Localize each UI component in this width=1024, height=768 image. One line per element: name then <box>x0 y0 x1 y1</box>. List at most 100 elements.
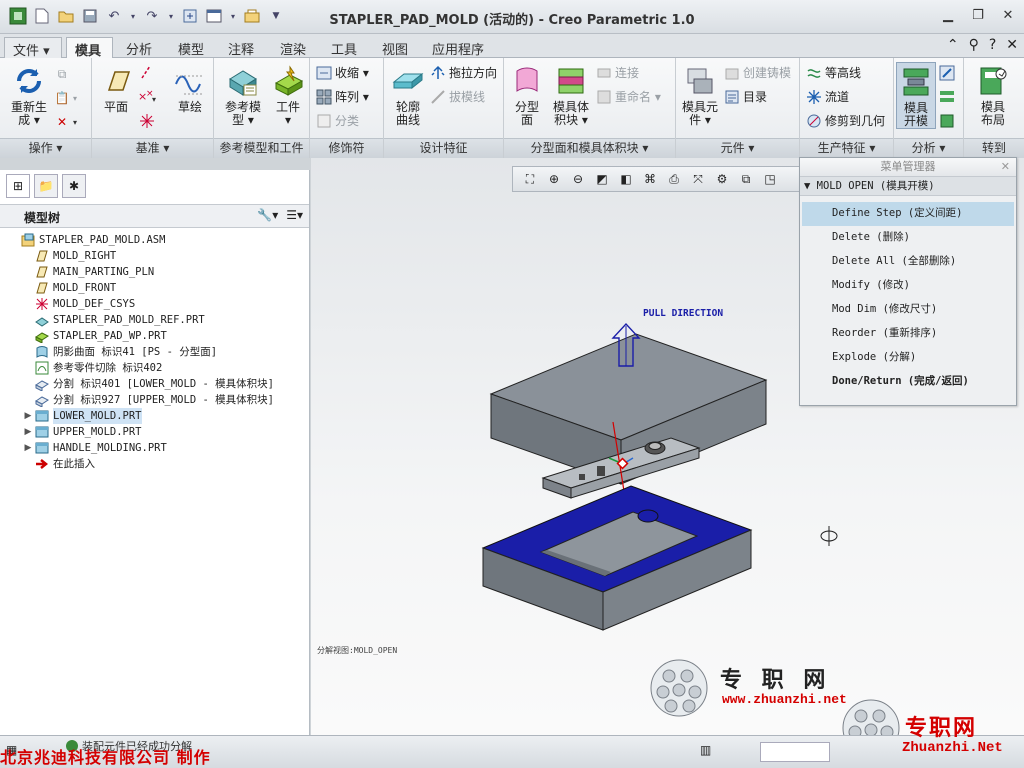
pattern-button[interactable]: 阵列 ▾ <box>316 88 369 105</box>
folder-browser-tab-icon[interactable]: 📁 <box>34 174 58 198</box>
paste-icon[interactable]: 📋 ▾ <box>54 90 78 106</box>
menu-item[interactable]: Explode (分解) <box>802 346 1014 370</box>
classify-button[interactable]: 分类 <box>316 112 359 129</box>
mold-layout-button[interactable]: 模具 布局 <box>968 64 1018 127</box>
close-icon[interactable]: ✕ <box>998 6 1018 24</box>
group-label-operations[interactable]: 操作 ▾ <box>0 138 91 158</box>
axis-icon[interactable] <box>138 64 154 80</box>
group-label-component[interactable]: 元件 ▾ <box>676 138 799 158</box>
tree-row[interactable]: STAPLER_PAD_MOLD_REF.PRT <box>0 312 309 328</box>
contour-button[interactable]: 等高线 <box>806 64 861 81</box>
tree-row[interactable]: 分割 标识927 [UPPER_MOLD - 模具体积块] <box>0 392 309 408</box>
help-icon[interactable]: ? <box>989 37 996 53</box>
tree-row[interactable]: 参考零件切除 标识402 <box>0 360 309 376</box>
tree-item-label: MAIN_PARTING_PLN <box>53 266 155 278</box>
pull-direction-button[interactable]: 拖拉方向 <box>430 64 497 81</box>
tree-settings-icon[interactable]: 🔧▾ <box>257 208 278 222</box>
silhouette-curve-label: 轮廓 曲线 <box>395 100 420 127</box>
connect-button[interactable]: 连接 <box>596 64 639 81</box>
expand-arrow-icon[interactable]: ▶ <box>22 424 34 440</box>
find-icon[interactable]: ▥ <box>700 743 711 757</box>
regenerate-button[interactable]: 重新生 成 ▾ <box>4 64 54 127</box>
mold-component-button[interactable]: 模具元 件 ▾ <box>678 64 722 127</box>
menu-item[interactable]: Modify (修改) <box>802 274 1014 298</box>
menu-item[interactable]: Delete (删除) <box>802 226 1014 250</box>
runner-button[interactable]: 流道 <box>806 88 849 105</box>
tree-row[interactable]: 在此插入 <box>0 456 309 472</box>
trim-to-geometry-button[interactable]: 修剪到几何 <box>806 112 885 129</box>
tree-row[interactable]: STAPLER_PAD_MOLD.ASM <box>0 232 309 248</box>
group-label-datum[interactable]: 基准 ▾ <box>92 138 213 158</box>
draft-check-icon[interactable] <box>938 64 956 82</box>
tree-row[interactable]: 分割 标识401 [LOWER_MOLD - 模具体积块] <box>0 376 309 392</box>
create-casting-button[interactable]: 创建铸模 <box>724 64 791 81</box>
group-label-ref-model[interactable]: 参考模型和工件 <box>214 138 309 158</box>
menu-manager-submenu[interactable]: ▼ MOLD OPEN (模具开模) <box>800 176 1016 196</box>
group-label-modifiers[interactable]: 修饰符 <box>310 138 383 158</box>
workpiece-button[interactable]: 工件 ▾ <box>268 64 308 127</box>
tree-columns-icon[interactable]: ☰▾ <box>286 208 303 222</box>
copy-icon[interactable]: ⧉ <box>54 66 70 82</box>
catalog-button[interactable]: 目录 <box>724 88 767 105</box>
tab-mold[interactable]: 模具 <box>66 37 113 59</box>
mold-open-button[interactable]: 模具 开模 <box>896 62 936 129</box>
mold-open-label: 模具 开模 <box>903 101 928 128</box>
shrink-button[interactable]: 收缩 ▾ <box>316 64 369 81</box>
silhouette-curve-button[interactable]: 轮廓 曲线 <box>388 64 428 127</box>
menu-item[interactable]: Define Step (定义间距) <box>802 202 1014 226</box>
delete-icon[interactable]: ✕ ▾ <box>54 114 77 130</box>
restore-icon[interactable]: ❐ <box>968 6 988 24</box>
tree-row[interactable]: ▶ LOWER_MOLD.PRT <box>0 408 309 424</box>
draft-line-button[interactable]: 拔模线 <box>430 88 485 105</box>
tree-row[interactable]: MAIN_PARTING_PLN <box>0 264 309 280</box>
tree-row[interactable]: ▶ HANDLE_MOLDING.PRT <box>0 440 309 456</box>
group-label-parting[interactable]: 分型面和模具体积块 ▾ <box>504 138 675 158</box>
group-label-design-features[interactable]: 设计特征 <box>384 138 503 158</box>
tree-row[interactable]: MOLD_DEF_CSYS <box>0 296 309 312</box>
tree-row[interactable]: STAPLER_PAD_WP.PRT <box>0 328 309 344</box>
tab-applications[interactable]: 应用程序 <box>424 37 492 58</box>
tab-file[interactable]: 文件 ▾ <box>4 37 62 59</box>
tab-model[interactable]: 模型 <box>170 37 212 58</box>
projected-area-icon[interactable] <box>938 112 956 130</box>
csys-icon[interactable] <box>138 112 156 130</box>
ribbon-collapse-icon[interactable]: ⌃ <box>947 37 959 53</box>
menu-manager-close-icon[interactable]: ✕ <box>1001 158 1010 176</box>
ribbon-close-icon[interactable]: ✕ <box>1006 37 1018 53</box>
contour-label: 等高线 <box>825 66 862 80</box>
search-icon[interactable]: ⚲ <box>969 37 979 53</box>
tree-row[interactable]: ▶ UPPER_MOLD.PRT <box>0 424 309 440</box>
menu-item[interactable]: Delete All (全部删除) <box>802 250 1014 274</box>
tab-view[interactable]: 视图 <box>374 37 416 58</box>
tab-annotate[interactable]: 注释 <box>220 37 262 58</box>
sketch-button[interactable]: 草绘 <box>168 64 212 114</box>
mold-volume-button[interactable]: 模具体 积块 ▾ <box>548 64 594 127</box>
tree-row[interactable]: MOLD_FRONT <box>0 280 309 296</box>
group-label-mold-analysis[interactable]: 分析 ▾ <box>894 138 963 158</box>
shrink-label: 收缩 ▾ <box>335 66 369 80</box>
menu-item[interactable]: Mod Dim (修改尺寸) <box>802 298 1014 322</box>
favorites-tab-icon[interactable]: ✱ <box>62 174 86 198</box>
tree-row[interactable]: 阴影曲面 标识41 [PS - 分型面] <box>0 344 309 360</box>
menu-item[interactable]: Done/Return (完成/返回) <box>802 370 1014 394</box>
model-tree-tab-icon[interactable]: ⊞ <box>6 174 30 198</box>
ref-model-button[interactable]: 参考模 型 ▾ <box>218 64 268 127</box>
tab-analysis[interactable]: 分析 <box>118 37 160 58</box>
expand-arrow-icon[interactable]: ▶ <box>22 440 34 456</box>
tree-row[interactable]: MOLD_RIGHT <box>0 248 309 264</box>
minimize-icon[interactable]: ▁ <box>938 6 958 24</box>
filter-dropdown[interactable] <box>760 742 830 762</box>
workpiece-icon <box>34 329 50 343</box>
tab-tools[interactable]: 工具 <box>323 37 365 58</box>
thickness-check-icon[interactable] <box>938 88 956 106</box>
pattern-icon <box>316 89 332 105</box>
expand-arrow-icon[interactable]: ▶ <box>22 408 34 424</box>
rename-button[interactable]: 重命名 ▾ <box>596 88 661 105</box>
parting-surface-button[interactable]: 分型 面 <box>506 64 548 127</box>
plane-button[interactable]: 平面 <box>96 64 136 114</box>
group-label-production[interactable]: 生产特征 ▾ <box>800 138 893 158</box>
menu-item[interactable]: Reorder (重新排序) <box>802 322 1014 346</box>
tab-render[interactable]: 渲染 <box>272 37 314 58</box>
point-icon[interactable]: × × ▾ <box>138 88 160 104</box>
lower-mold[interactable] <box>481 485 753 631</box>
